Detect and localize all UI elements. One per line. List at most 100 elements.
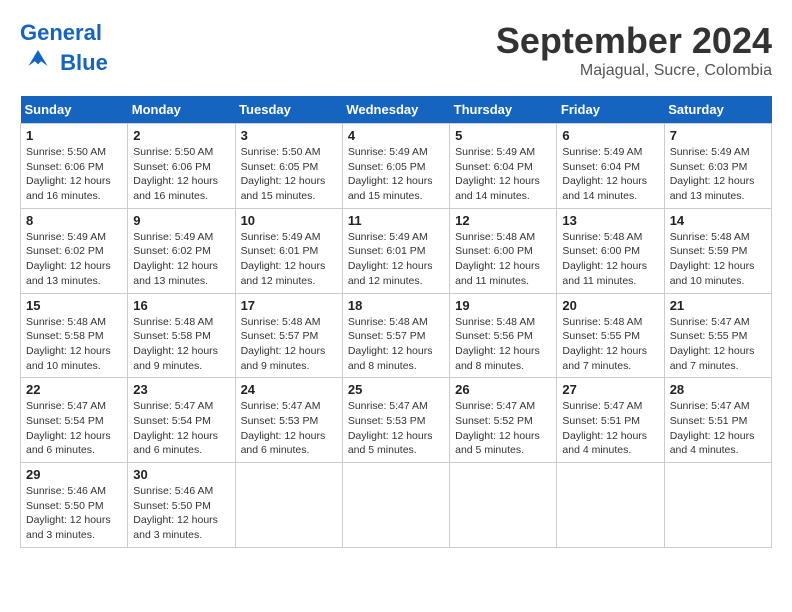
location: Majagual, Sucre, Colombia bbox=[496, 62, 772, 80]
day-number: 30 bbox=[133, 467, 229, 482]
table-row: 10Sunrise: 5:49 AMSunset: 6:01 PMDayligh… bbox=[235, 208, 342, 293]
day-number: 28 bbox=[670, 382, 766, 397]
col-saturday: Saturday bbox=[664, 96, 771, 124]
table-row: 19 Sunrise: 5:48 AMSunset: 5:56 PMDayligh… bbox=[450, 293, 557, 378]
calendar-week-5: 29 Sunrise: 5:46 AMSunset: 5:50 PMDayligh… bbox=[21, 463, 772, 548]
day-info: Sunrise: 5:47 AMSunset: 5:53 PMDaylight:… bbox=[348, 399, 444, 458]
table-row: 16Sunrise: 5:48 AMSunset: 5:58 PMDayligh… bbox=[128, 293, 235, 378]
day-info: Sunrise: 5:48 AMSunset: 5:57 PMDaylight:… bbox=[348, 315, 444, 374]
day-info: Sunrise: 5:48 AMSunset: 5:57 PMDaylight:… bbox=[241, 315, 337, 374]
day-info: Sunrise: 5:48 AMSunset: 5:55 PMDaylight:… bbox=[562, 315, 658, 374]
day-number: 5 bbox=[455, 128, 551, 143]
col-sunday: Sunday bbox=[21, 96, 128, 124]
day-info: Sunrise: 5:49 AMSunset: 6:03 PMDaylight:… bbox=[670, 145, 766, 204]
day-info: Sunrise: 5:49 AMSunset: 6:01 PMDaylight:… bbox=[348, 230, 444, 289]
title-block: September 2024 Majagual, Sucre, Colombia bbox=[496, 20, 772, 80]
table-row: 13 Sunrise: 5:48 AMSunset: 6:00 PMDayligh… bbox=[557, 208, 664, 293]
table-row: 29Sunrise: 5:46 AMSunset: 5:50 PMDayligh… bbox=[21, 463, 128, 548]
day-number: 7 bbox=[670, 128, 766, 143]
table-row: 26 Sunrise: 5:47 AMSunset: 5:52 PMDayligh… bbox=[450, 378, 557, 463]
day-info: Sunrise: 5:47 AMSunset: 5:51 PMDaylight:… bbox=[562, 399, 658, 458]
day-number: 6 bbox=[562, 128, 658, 143]
day-number: 17 bbox=[241, 298, 337, 313]
day-number: 3 bbox=[241, 128, 337, 143]
day-info: Sunrise: 5:47 AMSunset: 5:55 PMDaylight:… bbox=[670, 315, 766, 374]
table-row: 9 Sunrise: 5:49 AMSunset: 6:02 PMDaylight… bbox=[128, 208, 235, 293]
table-row: 11 Sunrise: 5:49 AMSunset: 6:01 PMDayligh… bbox=[342, 208, 449, 293]
calendar-week-2: 8 Sunrise: 5:49 AMSunset: 6:02 PMDaylight… bbox=[21, 208, 772, 293]
day-info: Sunrise: 5:48 AMSunset: 5:59 PMDaylight:… bbox=[670, 230, 766, 289]
day-info: Sunrise: 5:48 AMSunset: 5:56 PMDaylight:… bbox=[455, 315, 551, 374]
table-row: 25 Sunrise: 5:47 AMSunset: 5:53 PMDayligh… bbox=[342, 378, 449, 463]
day-info: Sunrise: 5:48 AMSunset: 6:00 PMDaylight:… bbox=[562, 230, 658, 289]
table-row: 14 Sunrise: 5:48 AMSunset: 5:59 PMDayligh… bbox=[664, 208, 771, 293]
table-row: 30 Sunrise: 5:46 AMSunset: 5:50 PMDayligh… bbox=[128, 463, 235, 548]
table-row: 21 Sunrise: 5:47 AMSunset: 5:55 PMDayligh… bbox=[664, 293, 771, 378]
table-row: 4Sunrise: 5:49 AMSunset: 6:05 PMDaylight… bbox=[342, 124, 449, 209]
day-number: 23 bbox=[133, 382, 229, 397]
table-row: 23Sunrise: 5:47 AMSunset: 5:54 PMDayligh… bbox=[128, 378, 235, 463]
table-row bbox=[557, 463, 664, 548]
table-row: 3 Sunrise: 5:50 AMSunset: 6:05 PMDaylight… bbox=[235, 124, 342, 209]
logo-text: General Blue bbox=[20, 20, 108, 76]
col-tuesday: Tuesday bbox=[235, 96, 342, 124]
table-row: 28 Sunrise: 5:47 AMSunset: 5:51 PMDayligh… bbox=[664, 378, 771, 463]
day-number: 8 bbox=[26, 213, 122, 228]
table-row: 20Sunrise: 5:48 AMSunset: 5:55 PMDayligh… bbox=[557, 293, 664, 378]
month-title: September 2024 bbox=[496, 20, 772, 62]
day-info: Sunrise: 5:47 AMSunset: 5:54 PMDaylight:… bbox=[26, 399, 122, 458]
day-info: Sunrise: 5:48 AMSunset: 5:58 PMDaylight:… bbox=[26, 315, 122, 374]
day-info: Sunrise: 5:49 AMSunset: 6:04 PMDaylight:… bbox=[562, 145, 658, 204]
table-row: 1 Sunrise: 5:50 AMSunset: 6:06 PMDaylight… bbox=[21, 124, 128, 209]
col-wednesday: Wednesday bbox=[342, 96, 449, 124]
day-number: 4 bbox=[348, 128, 444, 143]
table-row: 22 Sunrise: 5:47 AMSunset: 5:54 PMDayligh… bbox=[21, 378, 128, 463]
calendar-week-1: 1 Sunrise: 5:50 AMSunset: 6:06 PMDaylight… bbox=[21, 124, 772, 209]
day-number: 19 bbox=[455, 298, 551, 313]
day-number: 11 bbox=[348, 213, 444, 228]
day-number: 12 bbox=[455, 213, 551, 228]
day-info: Sunrise: 5:46 AMSunset: 5:50 PMDaylight:… bbox=[133, 484, 229, 543]
table-row: 6 Sunrise: 5:49 AMSunset: 6:04 PMDaylight… bbox=[557, 124, 664, 209]
day-info: Sunrise: 5:47 AMSunset: 5:52 PMDaylight:… bbox=[455, 399, 551, 458]
table-row: 24 Sunrise: 5:47 AMSunset: 5:53 PMDayligh… bbox=[235, 378, 342, 463]
day-info: Sunrise: 5:47 AMSunset: 5:51 PMDaylight:… bbox=[670, 399, 766, 458]
day-number: 27 bbox=[562, 382, 658, 397]
table-row bbox=[664, 463, 771, 548]
day-info: Sunrise: 5:48 AMSunset: 5:58 PMDaylight:… bbox=[133, 315, 229, 374]
day-number: 29 bbox=[26, 467, 122, 482]
day-number: 25 bbox=[348, 382, 444, 397]
day-info: Sunrise: 5:47 AMSunset: 5:53 PMDaylight:… bbox=[241, 399, 337, 458]
day-info: Sunrise: 5:48 AMSunset: 6:00 PMDaylight:… bbox=[455, 230, 551, 289]
day-number: 24 bbox=[241, 382, 337, 397]
col-friday: Friday bbox=[557, 96, 664, 124]
day-number: 22 bbox=[26, 382, 122, 397]
day-info: Sunrise: 5:50 AMSunset: 6:06 PMDaylight:… bbox=[133, 145, 229, 204]
day-info: Sunrise: 5:49 AMSunset: 6:04 PMDaylight:… bbox=[455, 145, 551, 204]
day-number: 9 bbox=[133, 213, 229, 228]
logo-general: General bbox=[20, 20, 102, 45]
day-number: 14 bbox=[670, 213, 766, 228]
day-info: Sunrise: 5:49 AMSunset: 6:02 PMDaylight:… bbox=[133, 230, 229, 289]
day-number: 21 bbox=[670, 298, 766, 313]
table-row: 17 Sunrise: 5:48 AMSunset: 5:57 PMDayligh… bbox=[235, 293, 342, 378]
day-number: 2 bbox=[133, 128, 229, 143]
logo: General Blue bbox=[20, 20, 108, 76]
day-number: 1 bbox=[26, 128, 122, 143]
day-number: 13 bbox=[562, 213, 658, 228]
day-info: Sunrise: 5:50 AMSunset: 6:06 PMDaylight:… bbox=[26, 145, 122, 204]
calendar-week-3: 15 Sunrise: 5:48 AMSunset: 5:58 PMDayligh… bbox=[21, 293, 772, 378]
table-row bbox=[342, 463, 449, 548]
calendar-table: Sunday Monday Tuesday Wednesday Thursday… bbox=[20, 96, 772, 548]
table-row: 7 Sunrise: 5:49 AMSunset: 6:03 PMDaylight… bbox=[664, 124, 771, 209]
day-number: 10 bbox=[241, 213, 337, 228]
table-row: 27 Sunrise: 5:47 AMSunset: 5:51 PMDayligh… bbox=[557, 378, 664, 463]
table-row bbox=[235, 463, 342, 548]
day-number: 15 bbox=[26, 298, 122, 313]
day-info: Sunrise: 5:50 AMSunset: 6:05 PMDaylight:… bbox=[241, 145, 337, 204]
logo-blue: Blue bbox=[60, 50, 108, 75]
table-row bbox=[450, 463, 557, 548]
day-number: 26 bbox=[455, 382, 551, 397]
page-header: General Blue September 2024 Majagual, Su… bbox=[20, 20, 772, 80]
header-row: Sunday Monday Tuesday Wednesday Thursday… bbox=[21, 96, 772, 124]
